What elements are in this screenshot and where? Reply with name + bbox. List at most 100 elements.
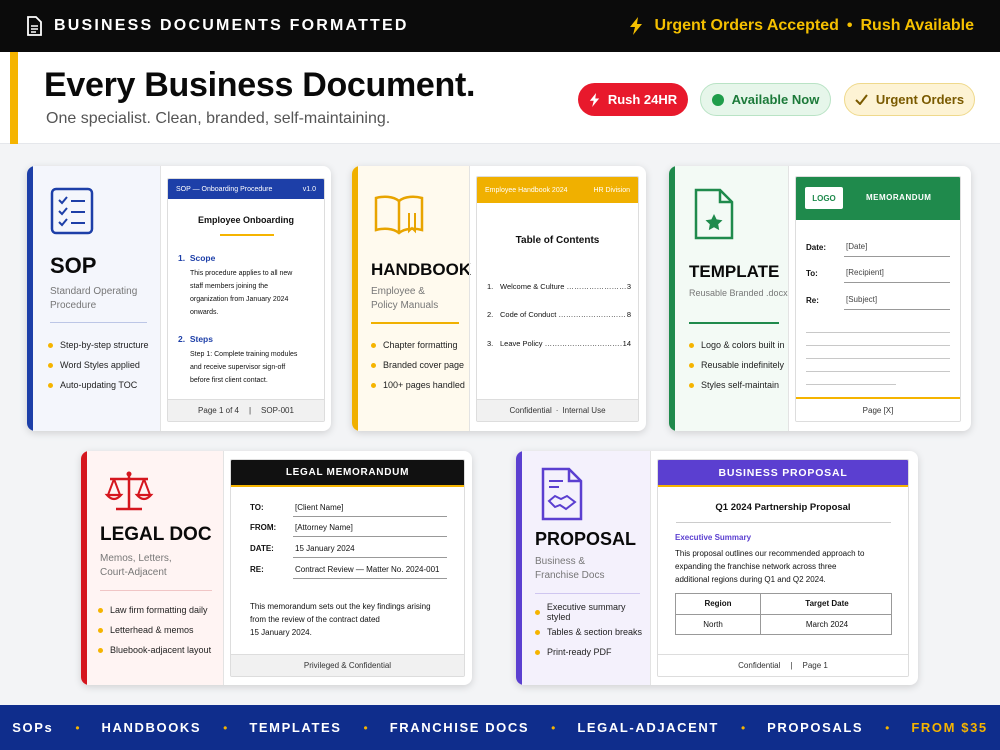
star-document-icon [694, 188, 734, 240]
handbook-card[interactable]: HANDBOOK Employee & Policy Manuals Chapt… [352, 166, 646, 431]
template-subtitle: Reusable Branded .docx [689, 288, 788, 298]
list-item: Styles self-maintain [689, 375, 785, 395]
proposal-title: PROPOSAL [535, 529, 637, 549]
book-icon [374, 195, 424, 235]
bottom-services-bar: SOPs • HANDBOOKS • TEMPLATES • FRANCHISE… [0, 705, 1000, 750]
lightning-icon [629, 17, 642, 35]
proposal-divider [535, 593, 640, 594]
legal-doc-footer: Privileged & Confidential [231, 654, 464, 676]
handbook-doc-header: Employee Handbook 2024 HR Division [477, 177, 638, 203]
service-proposals[interactable]: PROPOSALS [767, 720, 863, 735]
legal-feature-list: Law firm formatting daily Letterhead & m… [98, 600, 211, 660]
service-handbooks[interactable]: HANDBOOKS [102, 720, 202, 735]
top-bar-status: Urgent Orders Accepted • Rush Available [629, 17, 974, 35]
rush-24hr-label: Rush 24HR [607, 92, 678, 107]
handbook-document-preview: Employee Handbook 2024 HR Division Table … [476, 176, 639, 422]
sop-feature-list: Step-by-step structure Word Styles appli… [48, 335, 149, 395]
sop-document-preview: SOP — Onboarding Procedure v1.0 Employee … [167, 178, 325, 422]
document-icon [27, 16, 42, 36]
starting-price: FROM $35 [911, 720, 988, 735]
list-item: Executive summary styled [535, 602, 650, 622]
proposal-doc-header: BUSINESS PROPOSAL [658, 460, 908, 487]
service-sops[interactable]: SOPs [12, 720, 53, 735]
proposal-card-info: PROPOSAL Business & Franchise Docs Execu… [522, 451, 650, 685]
template-card-info: TEMPLATE Reusable Branded .docx Logo & c… [675, 166, 788, 431]
rush-24hr-badge[interactable]: Rush 24HR [578, 83, 688, 116]
handbook-title: HANDBOOK [371, 260, 472, 279]
top-bar-separator: • [846, 17, 853, 34]
top-bar: BUSINESS DOCUMENTS FORMATTED Urgent Orde… [0, 0, 1000, 52]
list-item: Chapter formatting [371, 335, 465, 355]
memorandum-heading: MEMORANDUM [866, 193, 932, 202]
top-bar-brand: BUSINESS DOCUMENTS FORMATTED [26, 16, 409, 36]
list-item: Tables & section breaks [535, 622, 650, 642]
checklist-icon [50, 187, 94, 235]
toc-row: 1. Welcome & Culture …………………… 3 [487, 282, 631, 291]
hero-title: Every Business Document. [44, 66, 476, 104]
handbook-card-info: HANDBOOK Employee & Policy Manuals Chapt… [358, 166, 472, 431]
handshake-document-icon [541, 467, 583, 521]
handbook-doc-footer: Confidential · Internal Use [477, 399, 638, 421]
legal-card-info: LEGAL DOC Memos, Letters, Court-Adjacent… [87, 451, 223, 685]
urgent-orders-badge[interactable]: Urgent Orders [844, 83, 975, 116]
table-header-region: Region [704, 599, 732, 608]
legal-subtitle-line2: Court-Adjacent [100, 567, 167, 578]
template-card[interactable]: TEMPLATE Reusable Branded .docx Logo & c… [669, 166, 971, 431]
service-legal-adjacent[interactable]: LEGAL-ADJACENT [577, 720, 719, 735]
hero-subtitle: One specialist. Clean, branded, self-mai… [46, 110, 391, 127]
list-item: Letterhead & memos [98, 620, 211, 640]
sop-card-info: SOP Standard Operating Procedure Step-by… [33, 166, 160, 431]
toc-title: Table of Contents [515, 235, 600, 246]
proposal-subtitle-line2: Franchise Docs [535, 570, 605, 581]
handbook-divider [371, 322, 459, 324]
list-item: Print-ready PDF [535, 642, 650, 662]
toc-row: 3. Leave Policy …………………………… 14 [487, 339, 631, 348]
proposal-subtitle-line1: Business & [535, 556, 586, 567]
service-templates[interactable]: TEMPLATES [249, 720, 341, 735]
service-franchise-docs[interactable]: FRANCHISE DOCS [390, 720, 529, 735]
list-item: Reusable indefinitely [689, 355, 785, 375]
status-dot-icon [711, 93, 724, 106]
table-cell: March 2024 [805, 620, 849, 629]
table-cell: North [703, 620, 723, 629]
rush-available-text: Rush Available [860, 17, 974, 34]
list-item: Word Styles applied [48, 355, 149, 375]
sop-title: SOP [50, 253, 97, 278]
proposal-doc-footer: Confidential | Page 1 [658, 654, 908, 676]
available-now-badge[interactable]: Available Now [700, 83, 831, 116]
proposal-document-preview: BUSINESS PROPOSAL Q1 2024 Partnership Pr… [657, 459, 909, 677]
logo-placeholder: LOGO [805, 187, 843, 209]
sop-doc-title: Employee Onboarding [197, 215, 294, 225]
top-bar-title: BUSINESS DOCUMENTS FORMATTED [54, 17, 409, 34]
list-item: Bluebook-adjacent layout [98, 640, 211, 660]
sop-subtitle-line2: Procedure [50, 300, 97, 311]
hero-accent-bar [10, 52, 18, 144]
sop-doc-header: SOP — Onboarding Procedure v1.0 [168, 179, 324, 199]
sop-section-2-heading: 2. Steps [178, 334, 213, 344]
list-item: Branded cover page [371, 355, 465, 375]
scales-of-justice-icon [104, 471, 154, 511]
legal-doc-header: LEGAL MEMORANDUM [231, 460, 464, 487]
urgent-orders-label: Urgent Orders [875, 92, 965, 107]
sop-subtitle-line1: Standard Operating [50, 286, 138, 297]
sop-card[interactable]: SOP Standard Operating Procedure Step-by… [27, 166, 331, 431]
proposal-doc-title: Q1 2024 Partnership Proposal [715, 502, 851, 513]
handbook-feature-list: Chapter formatting Branded cover page 10… [371, 335, 465, 395]
legal-document-preview: LEGAL MEMORANDUM TO: [Client Name] FROM:… [230, 459, 465, 677]
lightning-icon [589, 92, 599, 107]
toc-row: 2. Code of Conduct ……………………… 8 [487, 310, 631, 319]
list-item: Law firm formatting daily [98, 600, 211, 620]
proposal-card[interactable]: PROPOSAL Business & Franchise Docs Execu… [516, 451, 918, 685]
table-header-target-date: Target Date [805, 599, 849, 608]
sop-section-1-heading: 1. Scope [178, 253, 216, 263]
checkmark-icon [855, 94, 868, 105]
list-item: Logo & colors built in [689, 335, 785, 355]
legal-divider [100, 590, 212, 591]
legal-subtitle-line1: Memos, Letters, [100, 553, 172, 564]
list-item: Auto-updating TOC [48, 375, 149, 395]
template-divider [689, 322, 779, 324]
proposal-feature-list: Executive summary styled Tables & sectio… [535, 602, 650, 662]
template-doc-footer: Page [X] [796, 399, 960, 421]
template-doc-header: LOGO MEMORANDUM [796, 177, 960, 220]
legal-doc-card[interactable]: LEGAL DOC Memos, Letters, Court-Adjacent… [81, 451, 472, 685]
